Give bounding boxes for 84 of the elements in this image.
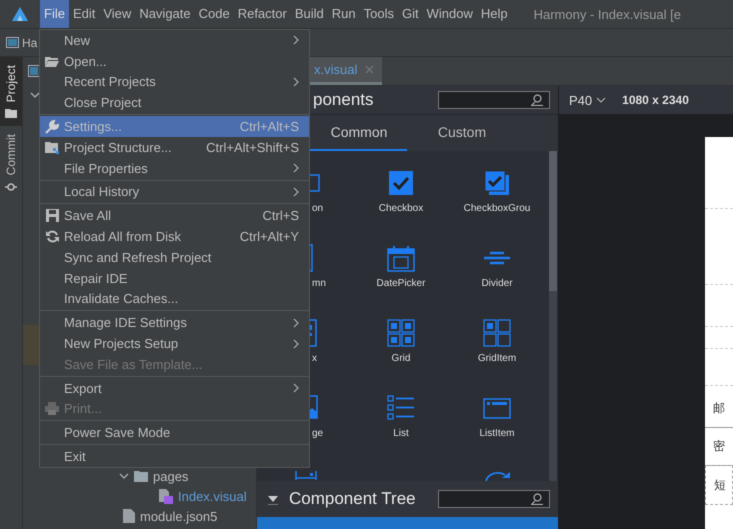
field-label: 密 bbox=[713, 438, 725, 454]
menu-item[interactable]: Exit bbox=[40, 446, 309, 467]
menu-item[interactable]: Repair IDE bbox=[40, 268, 309, 289]
menu-bar-item[interactable]: Tools bbox=[360, 0, 398, 28]
search-icon bbox=[531, 94, 543, 106]
menu-item[interactable]: New bbox=[40, 30, 309, 51]
menu-item[interactable]: Invalidate Caches... bbox=[40, 288, 309, 310]
chevron-down-icon[interactable] bbox=[596, 97, 606, 103]
component-label: on bbox=[311, 203, 324, 214]
menu-item[interactable]: Close Project bbox=[40, 92, 309, 114]
menu-bar-item[interactable]: View bbox=[99, 0, 136, 28]
panel-title: Component Tree bbox=[289, 489, 416, 509]
component-label: mn bbox=[311, 278, 326, 289]
folder-grid-icon bbox=[45, 140, 59, 154]
commit-icon bbox=[5, 182, 17, 192]
list-icon[interactable] bbox=[387, 394, 415, 422]
component-label: List bbox=[393, 428, 409, 439]
device-dropdown[interactable]: P40 bbox=[569, 92, 592, 108]
menu-item[interactable]: File Properties bbox=[40, 158, 309, 179]
field-label: 短 bbox=[714, 476, 726, 494]
menu-bar-item[interactable]: Navigate bbox=[135, 0, 195, 28]
search-icon bbox=[531, 493, 543, 505]
printer-icon bbox=[45, 402, 59, 416]
tree-item[interactable]: Index.visual bbox=[178, 488, 247, 504]
tree-row-highlight bbox=[23, 325, 40, 365]
folder-icon bbox=[45, 56, 59, 67]
resolution-label: 1080 x 2340 bbox=[622, 93, 689, 107]
menu-item[interactable]: Sync and Refresh Project bbox=[40, 246, 309, 268]
checkbox-icon[interactable] bbox=[387, 169, 415, 197]
tree-item[interactable]: module.json5 bbox=[140, 508, 218, 524]
menu-bar-item[interactable]: Edit bbox=[68, 0, 100, 28]
search-field[interactable] bbox=[438, 490, 550, 508]
project-name: Ha bbox=[22, 36, 38, 50]
menu-item[interactable]: New Projects Setup bbox=[40, 333, 309, 354]
checkboxgroup-icon[interactable] bbox=[483, 169, 511, 197]
menu-item[interactable]: Reload All from Disk Ctrl+Alt+Y bbox=[40, 226, 309, 247]
menu-bar-item[interactable]: File bbox=[40, 0, 69, 28]
menu-bar-item[interactable]: Run bbox=[328, 0, 360, 28]
menu-bar-item[interactable]: Git bbox=[398, 0, 423, 28]
component-label: Checkbox bbox=[378, 203, 424, 214]
tool-window-tab[interactable]: Project bbox=[0, 57, 22, 126]
menu-item[interactable]: Export bbox=[40, 378, 309, 399]
collapse-triangle-icon[interactable] bbox=[267, 493, 279, 505]
griditem-icon[interactable] bbox=[483, 319, 511, 347]
component-label: x bbox=[311, 353, 317, 364]
component-label: ge bbox=[311, 428, 324, 439]
menu-item[interactable]: Power Save Mode bbox=[40, 422, 309, 444]
datepicker-icon[interactable] bbox=[387, 244, 415, 272]
component-label: GridItem bbox=[478, 353, 516, 364]
grid-icon[interactable] bbox=[387, 319, 415, 347]
reload-icon bbox=[46, 230, 58, 244]
tree-item[interactable]: pages bbox=[153, 468, 188, 484]
floppy-icon bbox=[46, 209, 58, 222]
field-label: 邮 bbox=[713, 400, 725, 416]
component-label: ListItem bbox=[479, 428, 514, 439]
caret-icon[interactable] bbox=[119, 472, 129, 480]
window-title: Harmony - Index.visual [e bbox=[534, 6, 682, 22]
close-icon[interactable] bbox=[365, 65, 374, 74]
file-icon bbox=[159, 488, 173, 504]
menu-item[interactable]: Save All Ctrl+S bbox=[40, 205, 309, 226]
palette-tab[interactable]: Custom bbox=[407, 115, 517, 151]
panel-title: ponents bbox=[313, 90, 374, 110]
menu-bar-item[interactable]: Code bbox=[194, 0, 234, 28]
search-field[interactable] bbox=[438, 91, 550, 109]
menu-item[interactable]: Local History bbox=[40, 182, 309, 202]
scrollbar[interactable] bbox=[549, 151, 557, 481]
caret-icon[interactable] bbox=[30, 91, 40, 99]
tool-window-tab[interactable]: Commit bbox=[0, 126, 22, 200]
panel-icon bbox=[28, 65, 40, 77]
file-icon bbox=[123, 509, 135, 523]
logo-icon bbox=[11, 6, 29, 22]
component-label: CheckboxGrou bbox=[464, 203, 530, 214]
menu-item[interactable]: Manage IDE Settings bbox=[40, 312, 309, 334]
wrench-icon bbox=[45, 120, 59, 134]
menu-bar-item[interactable]: Help bbox=[476, 0, 512, 28]
folder-icon bbox=[5, 108, 17, 118]
menu-bar-item[interactable]: Build bbox=[290, 0, 328, 28]
module-icon bbox=[6, 37, 19, 48]
component-label: Divider bbox=[481, 278, 513, 289]
folder-icon bbox=[134, 470, 148, 482]
component-label: DatePicker bbox=[376, 278, 426, 289]
menu-bar-item[interactable]: Window bbox=[422, 0, 477, 28]
menu-bar-item[interactable]: Refactor bbox=[234, 0, 291, 28]
component-label: Grid bbox=[392, 353, 410, 364]
